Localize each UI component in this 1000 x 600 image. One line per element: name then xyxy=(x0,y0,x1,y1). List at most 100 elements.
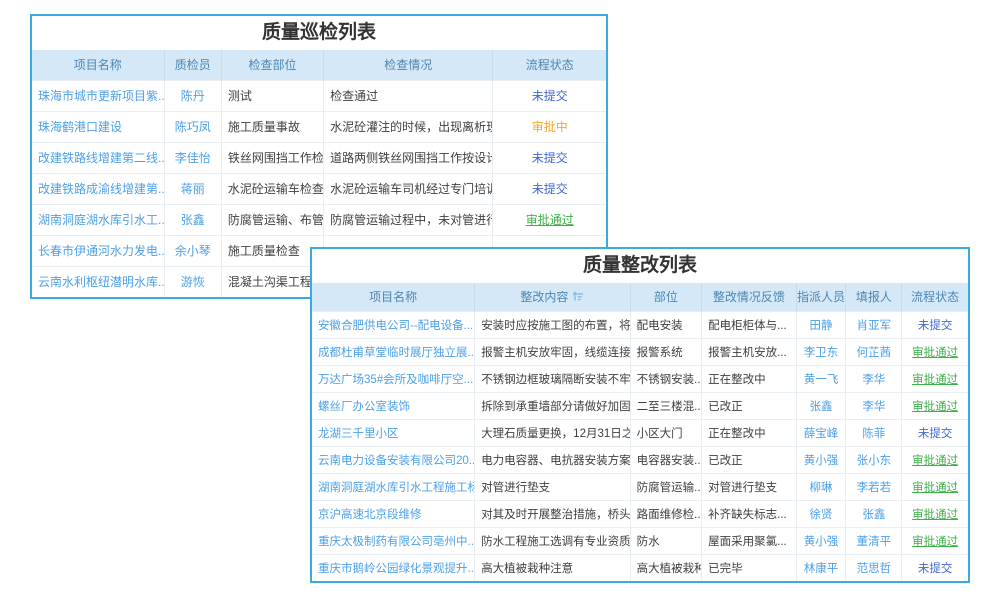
cell-text: 配电安装 xyxy=(637,320,683,332)
project-name-link[interactable]: 成都杜甫草堂临时展厅独立展... xyxy=(318,347,475,359)
project-name-link[interactable]: 重庆市鹅岭公园绿化景观提升... xyxy=(318,563,475,575)
person-name-link[interactable]: 游恢 xyxy=(181,275,205,289)
quality-rectification-table-card: 质量整改列表 项目名称整改内容部位整改情况反馈指派人员填报人流程状态安徽合肥供电… xyxy=(310,247,970,583)
table-cell-部位: 高大植被栽种 xyxy=(630,554,702,581)
person-name-link[interactable]: 陈丹 xyxy=(181,89,205,103)
status-badge[interactable]: 审批通过 xyxy=(912,347,958,359)
table-cell-填报人: 陈菲 xyxy=(846,419,902,446)
person-name-link[interactable]: 陈菲 xyxy=(862,428,885,440)
status-badge[interactable]: 未提交 xyxy=(532,89,568,103)
table-cell-流程状态: 审批通过 xyxy=(902,446,968,473)
status-badge[interactable]: 审批通过 xyxy=(912,509,958,521)
person-name-link[interactable]: 黄小强 xyxy=(804,455,839,467)
status-badge[interactable]: 审批通过 xyxy=(912,455,958,467)
person-name-link[interactable]: 李佳怡 xyxy=(175,151,211,165)
status-badge[interactable]: 审批通过 xyxy=(912,536,958,548)
person-name-link[interactable]: 李华 xyxy=(862,374,885,386)
person-name-link[interactable]: 黄小强 xyxy=(804,536,839,548)
status-badge[interactable]: 审批中 xyxy=(532,120,568,134)
person-name-link[interactable]: 董清平 xyxy=(857,536,892,548)
table-row: 改建铁路成渝线增建第... 蒋丽 水泥砼运输车检查水泥砼运输车司机经过专门培训...… xyxy=(32,173,606,204)
column-header-整改内容[interactable]: 整改内容 xyxy=(475,283,630,311)
column-header-项目名称: 项目名称 xyxy=(312,283,475,311)
person-name-link[interactable]: 林康平 xyxy=(804,563,839,575)
project-name-link[interactable]: 长春市伊通河水力发电... xyxy=(38,244,164,258)
person-name-link[interactable]: 蒋丽 xyxy=(181,182,205,196)
table-cell-质检员: 余小琴 xyxy=(164,235,221,266)
cell-text: 二至三楼混... xyxy=(637,401,702,413)
table-cell-指派人员: 黄小强 xyxy=(796,446,846,473)
person-name-link[interactable]: 陈巧凤 xyxy=(175,120,211,134)
project-name-link[interactable]: 湖南洞庭湖水库引水工... xyxy=(38,213,164,227)
person-name-link[interactable]: 余小琴 xyxy=(175,244,211,258)
person-name-link[interactable]: 张鑫 xyxy=(181,213,205,227)
project-name-link[interactable]: 改建铁路线增建第二线... xyxy=(38,151,164,165)
project-name-link[interactable]: 珠海市城市更新项目紫... xyxy=(38,89,164,103)
table-cell-项目名称: 京沪高速北京段维修 xyxy=(312,500,475,527)
table-cell-整改情况反馈: 对管进行垫支 xyxy=(702,473,796,500)
table-cell-整改内容: 防水工程施工选调有专业资质... xyxy=(475,527,630,554)
table-cell-填报人: 张鑫 xyxy=(846,500,902,527)
table-cell-整改情况反馈: 配电柜柜体与... xyxy=(702,311,796,338)
project-name-link[interactable]: 安徽合肥供电公司--配电设备... xyxy=(318,320,473,332)
cell-text: 铁丝网围挡工作检查 xyxy=(228,151,324,165)
table-cell-质检员: 陈丹 xyxy=(164,80,221,111)
person-name-link[interactable]: 李卫东 xyxy=(804,347,839,359)
status-badge[interactable]: 审批通过 xyxy=(912,401,958,413)
sort-icon[interactable] xyxy=(572,290,584,305)
status-badge[interactable]: 未提交 xyxy=(532,182,568,196)
cell-text: 水泥砼运输车检查 xyxy=(228,182,324,196)
person-name-link[interactable]: 柳琳 xyxy=(810,482,833,494)
table-row: 重庆市鹅岭公园绿化景观提升...高大植被栽种注意高大植被栽种已完毕林康平范思哲未… xyxy=(312,554,968,581)
person-name-link[interactable]: 张鑫 xyxy=(862,509,885,521)
status-badge[interactable]: 审批通过 xyxy=(912,374,958,386)
cell-text: 对其及时开展整治措施，桥头... xyxy=(481,509,630,521)
project-name-link[interactable]: 万达广场35#会所及咖啡厅空... xyxy=(318,374,473,386)
person-name-link[interactable]: 范思哲 xyxy=(857,563,892,575)
cell-text: 大理石质量更换，12月31日之... xyxy=(481,428,630,440)
project-name-link[interactable]: 湖南洞庭湖水库引水工程施工标 xyxy=(318,482,475,494)
status-badge[interactable]: 未提交 xyxy=(918,428,953,440)
cell-text: 正在整改中 xyxy=(708,428,766,440)
status-badge[interactable]: 审批通过 xyxy=(526,213,574,227)
person-name-link[interactable]: 张鑫 xyxy=(810,401,833,413)
table-title: 质量整改列表 xyxy=(312,249,968,283)
table-cell-检查情况: 道路两侧铁丝网围挡工作按设计... xyxy=(324,142,493,173)
table-cell-部位: 路面维修检... xyxy=(630,500,702,527)
table-cell-整改情况反馈: 已改正 xyxy=(702,446,796,473)
person-name-link[interactable]: 李华 xyxy=(862,401,885,413)
project-name-link[interactable]: 改建铁路成渝线增建第... xyxy=(38,182,164,196)
person-name-link[interactable]: 肖亚军 xyxy=(857,320,892,332)
table-cell-指派人员: 张鑫 xyxy=(796,392,846,419)
project-name-link[interactable]: 京沪高速北京段维修 xyxy=(318,509,422,521)
project-name-link[interactable]: 珠海鹤港口建设 xyxy=(38,120,122,134)
person-name-link[interactable]: 田静 xyxy=(810,320,833,332)
table-cell-检查情况: 水泥砼运输车司机经过专门培训... xyxy=(324,173,493,204)
person-name-link[interactable]: 薛宝峰 xyxy=(804,428,839,440)
column-header-label: 检查情况 xyxy=(384,58,432,72)
cell-text: 施工质量事故 xyxy=(228,120,300,134)
person-name-link[interactable]: 何芷茜 xyxy=(857,347,892,359)
project-name-link[interactable]: 云南电力设备安装有限公司20... xyxy=(318,455,475,467)
person-name-link[interactable]: 徐贤 xyxy=(810,509,833,521)
table-header-row: 项目名称整改内容部位整改情况反馈指派人员填报人流程状态 xyxy=(312,283,968,311)
project-name-link[interactable]: 龙湖三千里小区 xyxy=(318,428,399,440)
table-row: 龙湖三千里小区大理石质量更换，12月31日之...小区大门正在整改中薛宝峰陈菲未… xyxy=(312,419,968,446)
person-name-link[interactable]: 张小东 xyxy=(857,455,892,467)
project-name-link[interactable]: 螺丝厂办公室装饰 xyxy=(318,401,410,413)
status-badge[interactable]: 未提交 xyxy=(918,320,953,332)
person-name-link[interactable]: 黄一飞 xyxy=(804,374,839,386)
project-name-link[interactable]: 重庆太极制药有限公司亳州中... xyxy=(318,536,475,548)
column-header-整改情况反馈: 整改情况反馈 xyxy=(702,283,796,311)
cell-text: 不锈钢边框玻璃隔断安装不牢... xyxy=(481,374,630,386)
table-cell-流程状态: 审批通过 xyxy=(902,473,968,500)
cell-text: 水泥砼灌注的时候，出现离析现象 xyxy=(330,120,493,134)
table-header-row: 项目名称质检员检查部位检查情况流程状态 xyxy=(32,50,606,80)
status-badge[interactable]: 未提交 xyxy=(918,563,953,575)
status-badge[interactable]: 未提交 xyxy=(532,151,568,165)
table-cell-质检员: 张鑫 xyxy=(164,204,221,235)
status-badge[interactable]: 审批通过 xyxy=(912,482,958,494)
project-name-link[interactable]: 云南水利枢纽潜明水库... xyxy=(38,275,164,289)
person-name-link[interactable]: 李若若 xyxy=(857,482,892,494)
table-cell-项目名称: 重庆太极制药有限公司亳州中... xyxy=(312,527,475,554)
